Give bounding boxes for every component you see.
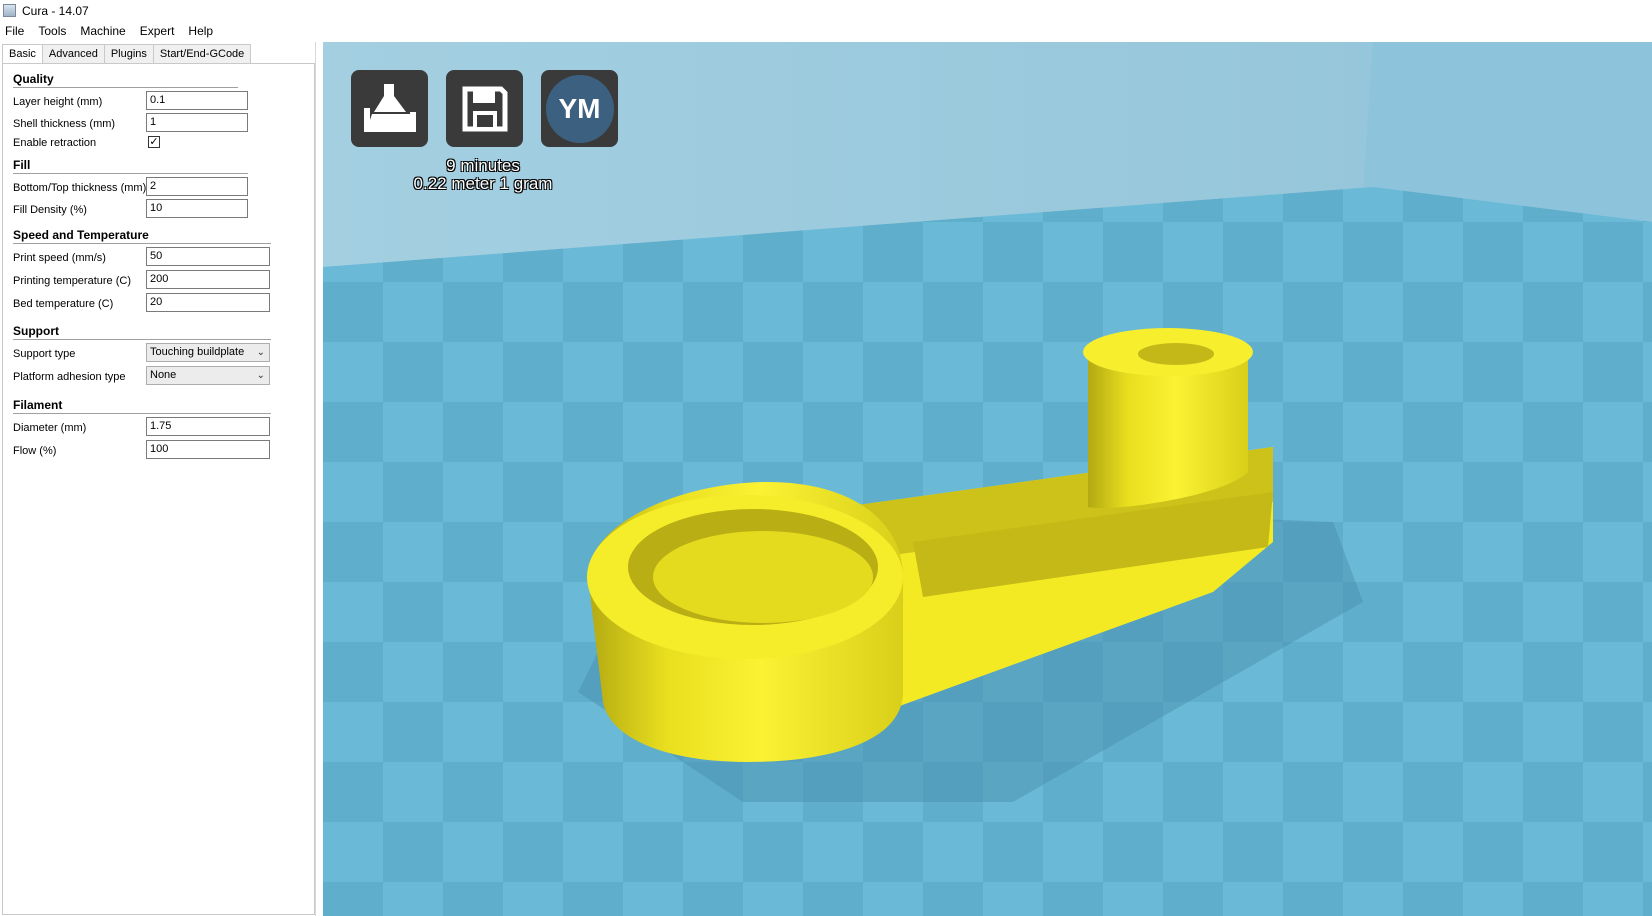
- layer-height-input[interactable]: 0.1: [146, 91, 248, 110]
- settings-tabs: Basic Advanced Plugins Start/End-GCode: [2, 44, 252, 66]
- basic-settings-page: Quality Layer height (mm) 0.1 Shell thic…: [2, 63, 315, 915]
- section-divider: [13, 173, 248, 174]
- print-time: 9 minutes: [446, 156, 520, 175]
- section-support: Support: [13, 324, 59, 338]
- enable-retraction-label: Enable retraction: [13, 137, 97, 149]
- support-type-select[interactable]: Touching buildplate ⌄: [146, 343, 270, 362]
- youmagine-icon: YM: [545, 74, 614, 143]
- platform-adhesion-label: Platform adhesion type: [13, 371, 126, 383]
- section-divider: [13, 243, 271, 244]
- menu-file[interactable]: File: [0, 21, 31, 41]
- app-icon: [3, 4, 16, 17]
- print-material: 0.22 meter 1 gram: [413, 174, 553, 193]
- bottom-top-thickness-input[interactable]: 2: [146, 177, 248, 196]
- enable-retraction-checkbox[interactable]: ✓: [148, 136, 160, 148]
- load-model-icon: [363, 83, 416, 132]
- bottom-top-thickness-label: Bottom/Top thickness (mm): [13, 182, 147, 194]
- shell-thickness-input[interactable]: 1: [146, 113, 248, 132]
- youmagine-label: YM: [558, 92, 601, 124]
- menu-tools[interactable]: Tools: [31, 21, 73, 41]
- bed-temperature-input[interactable]: 20: [146, 293, 270, 312]
- bed-temperature-label: Bed temperature (C): [13, 298, 114, 310]
- flow-input[interactable]: 100: [146, 440, 270, 459]
- menu-bar: File Tools Machine Expert Help: [0, 21, 1652, 41]
- flow-label: Flow (%): [13, 445, 57, 457]
- tab-plugins[interactable]: Plugins: [103, 44, 154, 63]
- platform-adhesion-select[interactable]: None ⌄: [146, 366, 270, 385]
- fill-density-input[interactable]: 10: [146, 199, 248, 218]
- section-divider: [13, 413, 271, 414]
- menu-expert[interactable]: Expert: [133, 21, 182, 41]
- section-fill: Fill: [13, 158, 31, 172]
- menu-help[interactable]: Help: [181, 21, 220, 41]
- tab-start-end-gcode[interactable]: Start/End-GCode: [152, 44, 252, 63]
- printing-temperature-input[interactable]: 200: [146, 270, 270, 289]
- print-speed-label: Print speed (mm/s): [13, 252, 106, 264]
- print-stats: 9 minutes 0.22 meter 1 gram: [393, 157, 573, 193]
- print-speed-input[interactable]: 50: [146, 247, 270, 266]
- menu-machine[interactable]: Machine: [73, 21, 132, 41]
- platform-adhesion-value: None: [150, 369, 177, 381]
- window-title: Cura - 14.07: [22, 3, 89, 18]
- section-quality: Quality: [13, 72, 54, 86]
- settings-panel: Basic Advanced Plugins Start/End-GCode Q…: [0, 42, 316, 916]
- diameter-input[interactable]: 1.75: [146, 417, 270, 436]
- tab-advanced[interactable]: Advanced: [41, 44, 105, 63]
- support-type-value: Touching buildplate: [150, 346, 245, 358]
- title-bar: Cura - 14.07: [0, 0, 1652, 21]
- layer-height-label: Layer height (mm): [13, 96, 103, 108]
- save-gcode-button[interactable]: [446, 70, 523, 147]
- floppy-disk-icon: [462, 86, 507, 131]
- chevron-down-icon: ⌄: [256, 370, 265, 381]
- section-divider: [13, 87, 238, 88]
- load-model-button[interactable]: [351, 70, 428, 147]
- section-filament: Filament: [13, 398, 63, 412]
- section-divider: [13, 339, 271, 340]
- support-type-label: Support type: [13, 348, 76, 360]
- section-speed-temperature: Speed and Temperature: [13, 228, 149, 242]
- fill-density-label: Fill Density (%): [13, 204, 87, 216]
- diameter-label: Diameter (mm): [13, 422, 87, 434]
- shell-thickness-label: Shell thickness (mm): [13, 118, 116, 130]
- youmagine-button[interactable]: YM: [541, 70, 618, 147]
- printing-temperature-label: Printing temperature (C): [13, 275, 131, 287]
- 3d-viewport[interactable]: YM 9 minutes 0.22 meter 1 gram: [323, 42, 1652, 916]
- chevron-down-icon: ⌄: [256, 347, 265, 358]
